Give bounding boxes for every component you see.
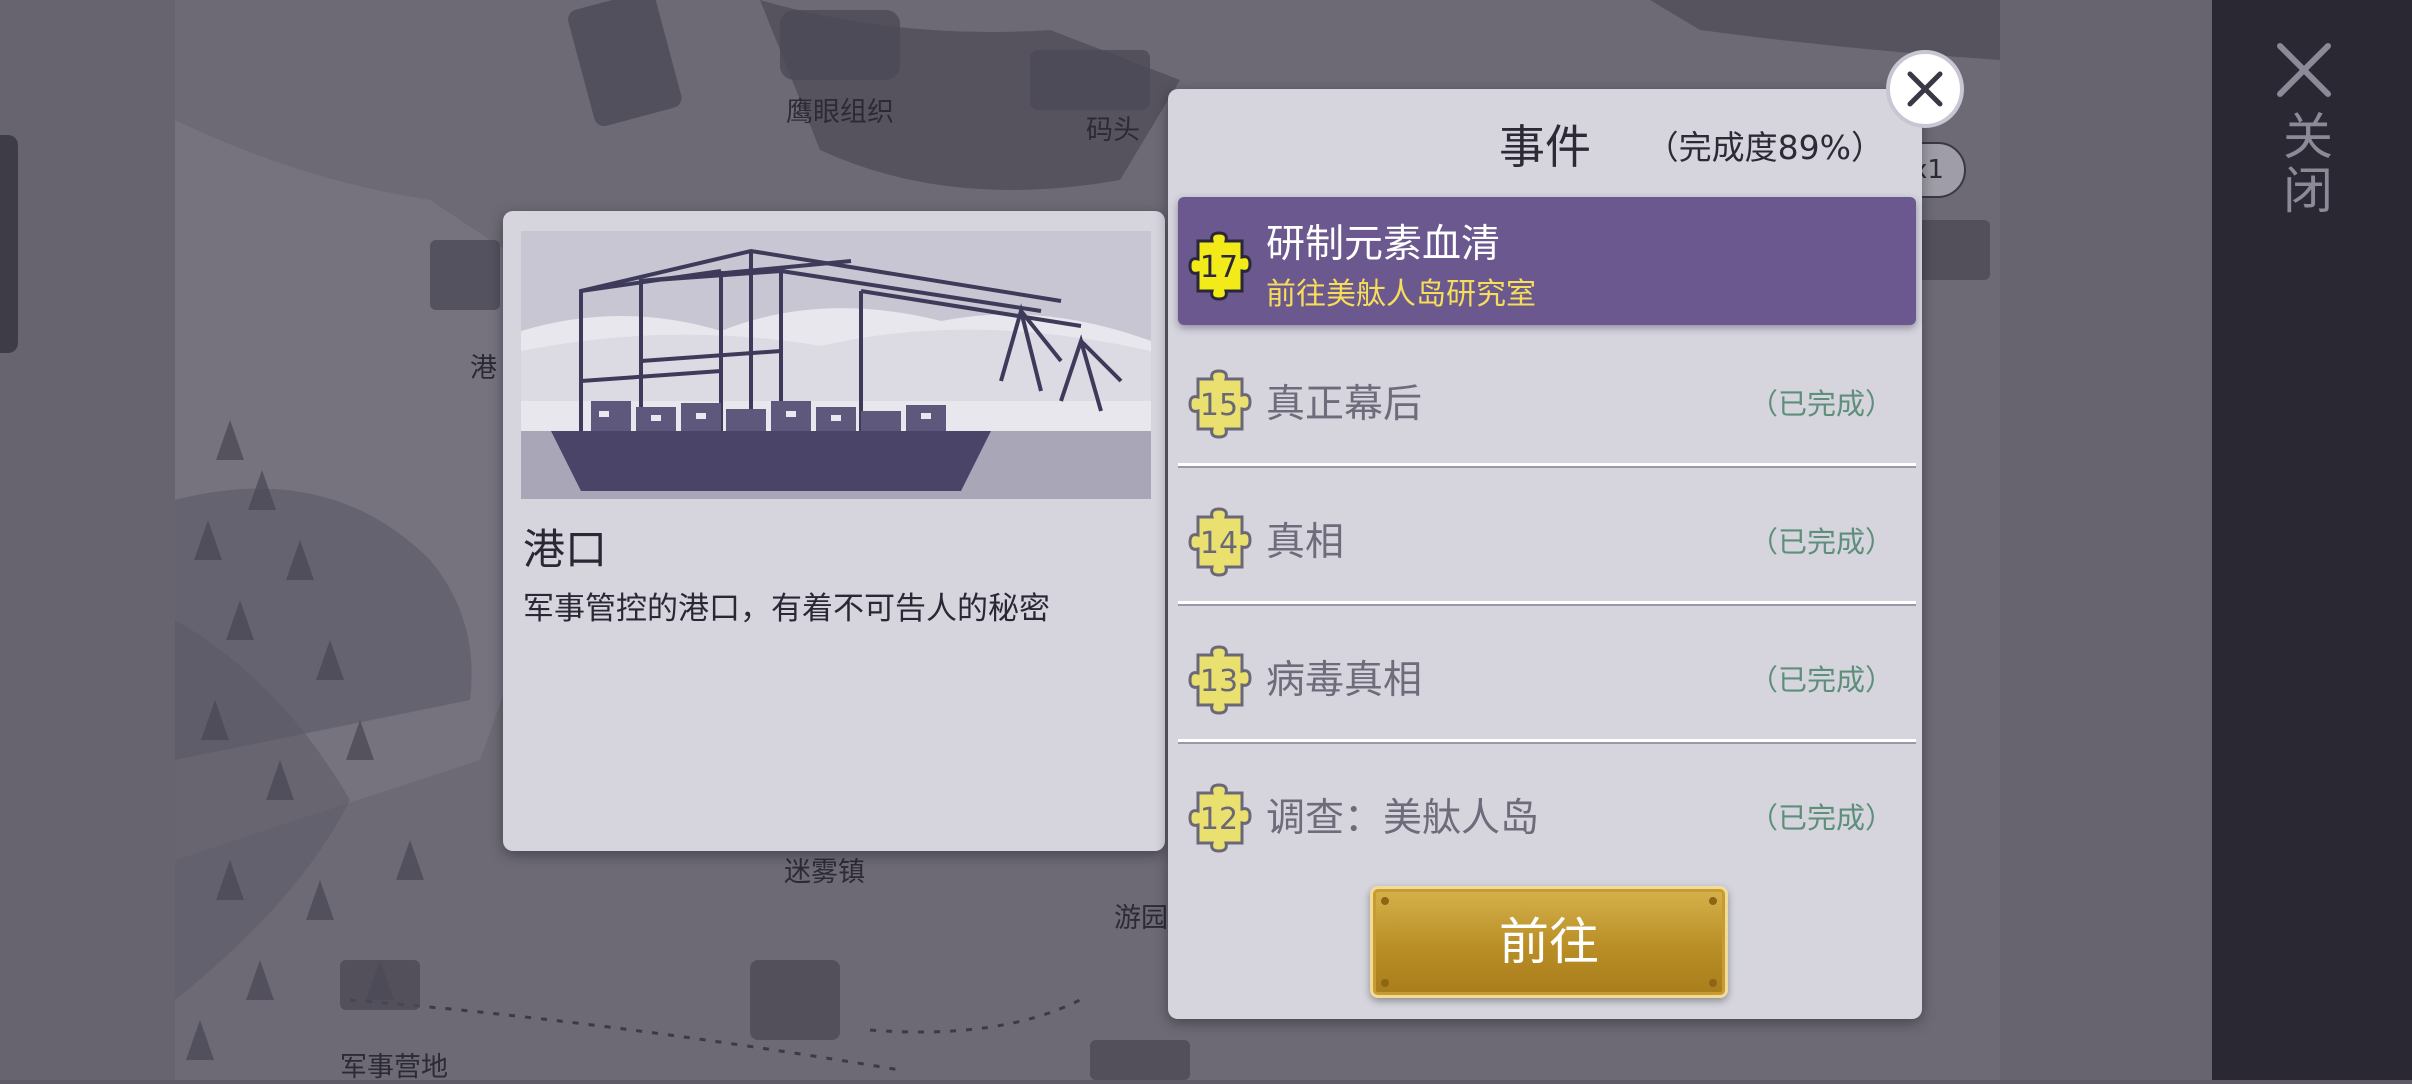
event-row-14[interactable]: 14 真相 （已完成） <box>1178 473 1916 604</box>
event-status-completed: （已完成） <box>1748 525 1894 559</box>
events-panel: 事件 （完成度89%） 17 研制元素血清 前往美舦人岛研究室 15 真正幕后 … <box>1168 89 1922 1019</box>
puzzle-piece-icon: 17 <box>1188 231 1252 301</box>
map-label-mist-town[interactable]: 迷雾镇 <box>784 850 865 889</box>
location-card: 港口 军事管控的港口，有着不可告人的秘密 <box>503 211 1165 851</box>
button-rivet <box>1381 979 1389 987</box>
side-close-panel[interactable]: 关闭 <box>2212 0 2412 1080</box>
close-label[interactable]: 关闭 <box>2272 110 2333 218</box>
svg-text:12: 12 <box>1200 802 1238 837</box>
puzzle-piece-icon: 13 <box>1188 645 1252 715</box>
event-status-completed: （已完成） <box>1748 387 1894 421</box>
map-label-dock[interactable]: 码头 <box>1086 108 1140 147</box>
event-row-13[interactable]: 13 病毒真相 （已完成） <box>1178 611 1916 742</box>
puzzle-piece-icon: 12 <box>1188 783 1252 853</box>
event-name: 研制元素血清 <box>1266 222 1501 267</box>
event-name: 调查：美舦人岛 <box>1266 796 1540 841</box>
close-icon[interactable] <box>1890 54 1960 124</box>
button-rivet <box>1709 897 1717 905</box>
event-row-15[interactable]: 15 真正幕后 （已完成） <box>1178 335 1916 466</box>
event-status-completed: （已完成） <box>1748 663 1894 697</box>
harbor-image <box>521 231 1151 499</box>
left-edge-tab[interactable] <box>0 135 18 353</box>
location-description: 军事管控的港口，有着不可告人的秘密 <box>523 591 1050 627</box>
svg-text:17: 17 <box>1200 250 1238 285</box>
event-name: 真相 <box>1266 520 1345 565</box>
panel-close-button[interactable] <box>1886 50 1964 128</box>
go-button-label[interactable]: 前往 <box>1499 913 1599 971</box>
puzzle-piece-icon: 14 <box>1188 507 1252 577</box>
map-label-military-camp[interactable]: 军事营地 <box>340 1045 448 1084</box>
svg-text:14: 14 <box>1200 526 1238 561</box>
button-rivet <box>1381 897 1389 905</box>
event-subtitle: 前往美舦人岛研究室 <box>1266 277 1536 312</box>
map-label-eagle-eye[interactable]: 鹰眼组织 <box>786 90 894 129</box>
svg-text:13: 13 <box>1200 664 1238 699</box>
svg-text:15: 15 <box>1200 388 1238 423</box>
puzzle-piece-icon: 15 <box>1188 369 1252 439</box>
event-name: 病毒真相 <box>1266 658 1423 703</box>
event-row-17[interactable]: 17 研制元素血清 前往美舦人岛研究室 <box>1178 197 1916 325</box>
close-icon[interactable] <box>2264 30 2344 110</box>
event-status-completed: （已完成） <box>1748 801 1894 835</box>
map-label-amusement-park[interactable]: 游园 <box>1114 896 1168 935</box>
button-rivet <box>1709 979 1717 987</box>
map-label-port[interactable]: 港 <box>470 346 497 385</box>
go-button[interactable]: 前往 <box>1370 886 1728 998</box>
location-title: 港口 <box>523 525 608 574</box>
event-name: 真正幕后 <box>1266 382 1423 427</box>
events-progress: （完成度89%） <box>1645 128 1884 167</box>
event-row-12[interactable]: 12 调查：美舦人岛 （已完成） <box>1178 749 1916 877</box>
